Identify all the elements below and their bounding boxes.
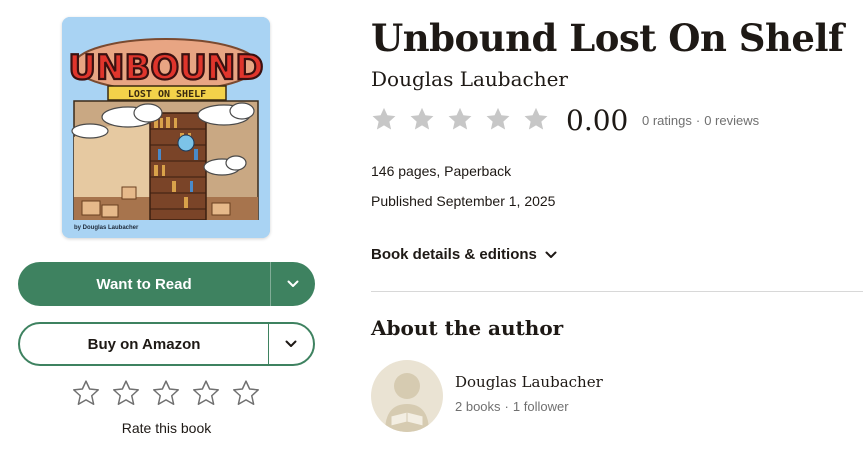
book-details-label: Book details & editions [371,246,537,263]
cover-subtitle-art: LOST ON SHELF [128,89,206,100]
rate-star-4-icon[interactable] [191,378,221,408]
author-placeholder-icon [385,373,429,432]
rate-star-1-icon[interactable] [71,378,101,408]
rate-this-book-stars [71,378,261,410]
chevron-down-icon [287,280,299,287]
star-icon [486,107,510,130]
author-follower-count: 1 follower [512,399,569,414]
rate-this-book-label: Rate this book [121,420,212,436]
ratings-reviews-summary[interactable]: 0 ratings · 0 reviews [642,113,759,128]
book-details-toggle[interactable]: Book details & editions [371,246,557,263]
reviews-count[interactable]: 0 reviews [704,113,759,128]
buy-control: Buy on Amazon [18,322,315,366]
average-rating-value: 0.00 [566,104,629,137]
author-name-link[interactable]: Douglas Laubacher [455,373,603,391]
author-stats: 2 books · 1 follower [455,399,569,414]
author-book-count: 2 books [455,399,501,414]
rate-star-3-icon[interactable] [151,378,181,408]
ratings-count[interactable]: 0 ratings [642,113,692,128]
book-cover[interactable]: UNBOUND LOST ON SHELF by Douglas Laubach… [62,17,270,238]
author-avatar[interactable] [371,360,443,432]
separator: · [504,399,509,414]
cover-title-art: UNBOUND [68,48,263,88]
chevron-down-icon [545,251,557,258]
want-to-read-button[interactable]: Want to Read [18,262,270,306]
pages-format: 146 pages, Paperback [371,163,512,179]
rate-star-5-icon[interactable] [231,378,261,408]
star-icon [410,107,434,130]
separator: · [695,113,701,128]
book-title: Unbound Lost On Shelf [371,16,844,60]
about-author-heading: About the author [371,316,564,340]
cover-byline: by Douglas Laubacher [74,225,139,231]
section-divider [371,291,863,292]
buy-on-amazon-button[interactable]: Buy on Amazon [20,324,268,364]
want-to-read-control: Want to Read [18,262,315,306]
more-retailers-button[interactable] [268,324,313,364]
rate-star-2-icon[interactable] [111,378,141,408]
chevron-down-icon [285,340,297,347]
book-cover-art: UNBOUND LOST ON SHELF [62,17,270,238]
star-icon [524,107,548,130]
star-icon [372,107,396,130]
book-author-link[interactable]: Douglas Laubacher [371,67,568,91]
average-rating-stars [370,105,550,135]
shelf-options-button[interactable] [270,262,315,306]
publication-date: Published September 1, 2025 [371,193,556,209]
star-icon [448,107,472,130]
